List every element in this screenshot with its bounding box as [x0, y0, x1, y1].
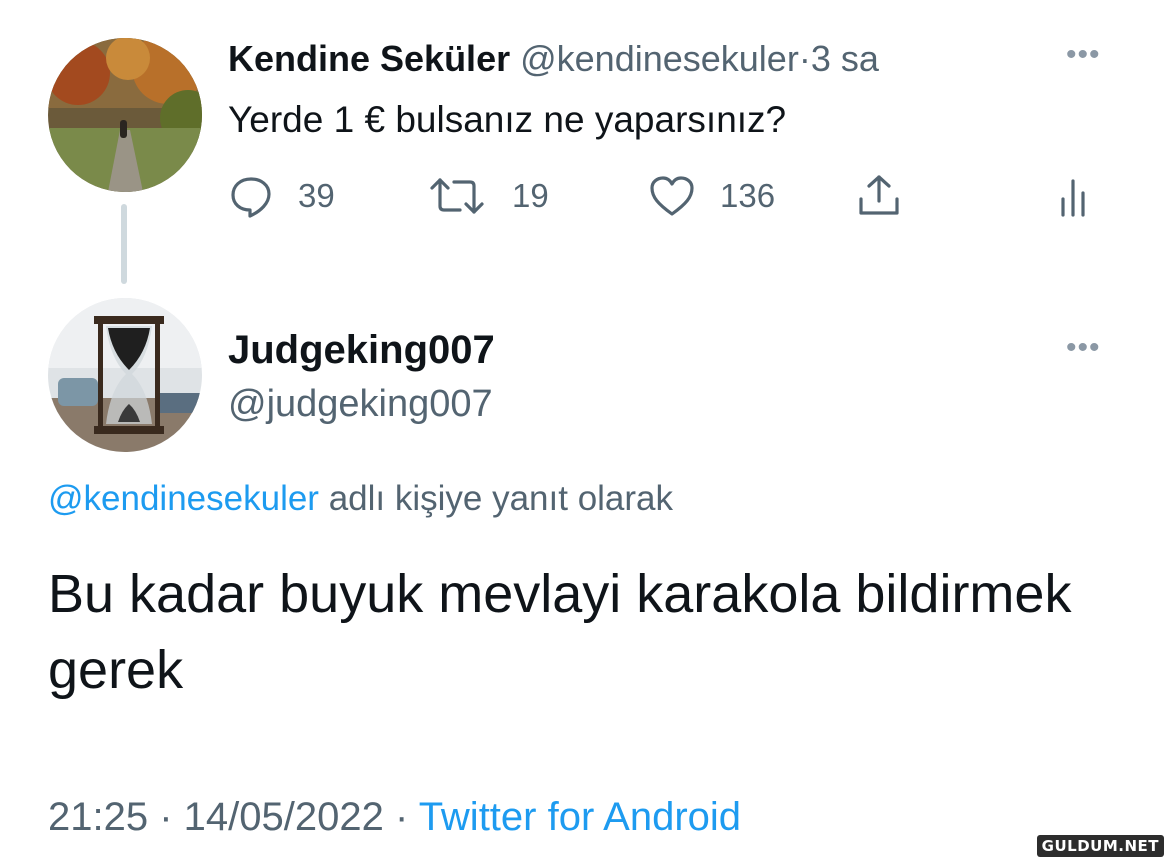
reply-count: 39 [298, 177, 335, 214]
reply-text: Bu kadar buyuk mevlayi karakola bildirme… [48, 564, 1072, 700]
retweet-button[interactable]: 19 [426, 170, 549, 222]
tweet-source[interactable]: Twitter for Android [419, 795, 741, 839]
reply-author-handle[interactable]: @judgeking007 [228, 380, 493, 428]
more-icon[interactable]: ••• [1066, 40, 1101, 70]
meta-separator: · [383, 795, 419, 839]
replying-to-mention[interactable]: @kendinesekuler [48, 479, 319, 518]
like-button[interactable]: 136 [648, 170, 775, 222]
tweet-meta: 21:25 · 14/05/2022 · Twitter for Android [48, 792, 741, 842]
more-icon[interactable]: ••• [1066, 333, 1101, 363]
tweet-time[interactable]: 3 sa [811, 38, 879, 79]
autumn-path-avatar-image [48, 38, 202, 192]
retweet-icon [426, 174, 488, 218]
like-icon [648, 174, 696, 218]
share-icon [856, 173, 902, 219]
avatar-judgeking007[interactable] [48, 298, 202, 452]
meta-separator: · [148, 795, 184, 839]
tweet-actions-bar: 39 19 136 [228, 170, 1108, 222]
replying-to-suffix: adlı kişiye yanıt olarak [318, 479, 674, 518]
share-button[interactable] [856, 170, 902, 222]
reply-button[interactable]: 39 [228, 170, 335, 222]
tweet-text: Yerde 1 € bulsanız ne yaparsınız? [228, 99, 787, 140]
replying-to: @kendinesekuler adlı kişiye yanıt olarak [48, 476, 673, 522]
reply-author-name[interactable]: Judgeking007 [228, 326, 495, 374]
author-handle[interactable]: @kendinesekuler [520, 38, 799, 79]
retweet-count: 19 [512, 177, 549, 214]
analytics-icon [1058, 173, 1092, 219]
author-name[interactable]: Kendine Seküler [228, 38, 510, 79]
header-separator: · [798, 38, 811, 79]
tweet-meta-date[interactable]: 14/05/2022 [184, 795, 384, 839]
tweet-header: Kendine Seküler @kendinesekuler·3 sa [228, 36, 879, 82]
like-count: 136 [720, 177, 776, 214]
avatar-kendine-sekuler[interactable] [48, 38, 202, 192]
thread-connector-line [121, 204, 127, 284]
reply-icon [228, 174, 274, 218]
tweet-meta-time[interactable]: 21:25 [48, 795, 148, 839]
analytics-button[interactable] [1058, 170, 1092, 222]
hourglass-avatar-image [48, 298, 202, 452]
watermark-logo: GULDUM.NET [1036, 835, 1164, 857]
